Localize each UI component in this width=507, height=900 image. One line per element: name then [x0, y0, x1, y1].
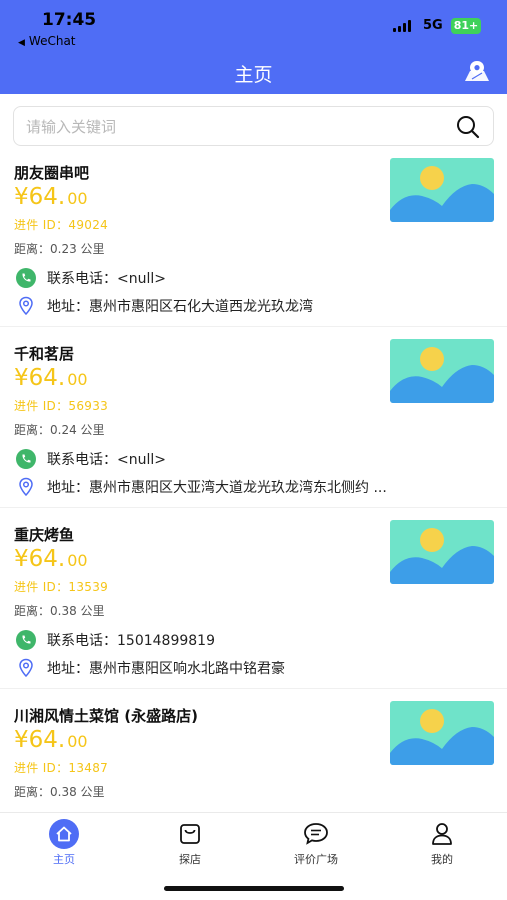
status-bar: 17:45 ◀ WeChat 5G 81+: [0, 0, 507, 52]
price-main: 64.: [28, 184, 66, 210]
store-distance: 距离：0.24 公里: [14, 423, 105, 437]
price-cents: 00: [67, 732, 88, 751]
tab-icon: [49, 819, 79, 849]
price-symbol: ¥: [14, 546, 29, 572]
store-list: 朋友圈串吧 ¥64. 00 进件 ID：49024 距离：0.23 公里 联系电话：<nu…: [0, 146, 507, 812]
tab-label: 主页: [53, 853, 75, 866]
price-main: 64.: [28, 727, 66, 753]
store-id: 进件 ID：49024: [14, 218, 109, 232]
store-card[interactable]: 川湘风情土菜馆 (永盛路店) ¥64. 00 进件 ID：13487 距离：0.38 公…: [0, 689, 507, 812]
home-indicator: [164, 886, 344, 891]
map-button[interactable]: [462, 59, 492, 87]
store-name: 朋友圈串吧: [14, 164, 90, 182]
price-cents: 00: [67, 189, 88, 208]
price-main: 64.: [28, 365, 66, 391]
image-placeholder-icon: [390, 158, 494, 222]
price-main: 64.: [28, 546, 66, 572]
chat-bubble-icon: [304, 823, 328, 845]
tab-reviews[interactable]: 评价广场: [253, 813, 379, 873]
tab-home[interactable]: 主页: [1, 813, 127, 873]
tab-icon: [301, 819, 331, 849]
back-arrow-icon: ◀: [18, 38, 25, 48]
store-phone[interactable]: 联系电话：<null>: [16, 268, 166, 288]
shopping-bag-icon: [180, 824, 200, 844]
location-pin-icon: [19, 477, 33, 497]
image-placeholder-icon: [390, 520, 494, 584]
store-thumbnail[interactable]: [390, 701, 494, 765]
tab-profile[interactable]: 我的: [379, 813, 505, 873]
tab-label: 我的: [431, 853, 453, 866]
location-pin-icon: [19, 296, 33, 316]
nav-bar: 主页: [0, 52, 507, 94]
signal-icon: [393, 20, 415, 32]
back-to-app[interactable]: ◀ WeChat: [18, 34, 76, 48]
store-address[interactable]: 地址：惠州市惠阳区大亚湾大道龙光玖龙湾东北侧约 ...: [16, 476, 387, 498]
store-address[interactable]: 地址：惠州市惠阳区响水北路中铭君豪: [16, 657, 285, 679]
store-id: 进件 ID：13487: [14, 761, 109, 775]
tab-explore[interactable]: 探店: [127, 813, 253, 873]
wechat-phone-icon: [16, 449, 36, 469]
search-input[interactable]: [26, 115, 436, 139]
map-pin-icon: [465, 61, 489, 81]
wechat-phone-icon: [16, 630, 36, 650]
phone-text: 联系电话：<null>: [47, 271, 166, 287]
phone-text: 联系电话：15014899819: [47, 633, 215, 649]
store-price: ¥64. 00: [14, 727, 88, 753]
store-id: 进件 ID：56933: [14, 399, 109, 413]
price-symbol: ¥: [14, 365, 29, 391]
store-name: 川湘风情土菜馆 (永盛路店): [14, 707, 198, 725]
store-thumbnail[interactable]: [390, 158, 494, 222]
page-title: 主页: [234, 64, 273, 86]
store-thumbnail[interactable]: [390, 339, 494, 403]
address-text: 地址：惠州市惠阳区大亚湾大道龙光玖龙湾东北侧约 ...: [47, 480, 387, 496]
address-text: 地址：惠州市惠阳区石化大道西龙光玖龙湾: [47, 299, 313, 315]
address-text: 地址：惠州市惠阳区响水北路中铭君豪: [47, 661, 285, 677]
store-card[interactable]: 千和茗居 ¥64. 00 进件 ID：56933 距离：0.24 公里联系电话：<nul…: [0, 327, 507, 508]
tab-label: 评价广场: [294, 853, 338, 866]
search-box: [13, 106, 494, 146]
battery-indicator: 81+: [451, 18, 481, 34]
store-card[interactable]: 朋友圈串吧 ¥64. 00 进件 ID：49024 距离：0.23 公里联系电话：<nu…: [0, 146, 507, 327]
price-cents: 00: [67, 370, 88, 389]
image-placeholder-icon: [390, 339, 494, 403]
search-icon: [457, 116, 480, 139]
store-address[interactable]: 地址：惠州市惠阳区石化大道西龙光玖龙湾: [16, 295, 313, 317]
location-pin-icon: [19, 658, 33, 678]
image-placeholder-icon: [390, 701, 494, 765]
home-icon: [49, 819, 79, 849]
status-time: 17:45: [42, 10, 97, 30]
tab-icon: [175, 819, 205, 849]
store-phone[interactable]: 联系电话：15014899819: [16, 630, 215, 650]
phone-text: 联系电话：<null>: [47, 452, 166, 468]
store-name: 千和茗居: [14, 345, 75, 363]
store-id: 进件 ID：13539: [14, 580, 109, 594]
price-symbol: ¥: [14, 727, 29, 753]
search-button[interactable]: [454, 114, 482, 140]
price-symbol: ¥: [14, 184, 29, 210]
tab-label: 探店: [179, 853, 201, 866]
store-price: ¥64. 00: [14, 365, 88, 391]
store-price: ¥64. 00: [14, 546, 88, 572]
store-thumbnail[interactable]: [390, 520, 494, 584]
store-card[interactable]: 重庆烤鱼 ¥64. 00 进件 ID：13539 距离：0.38 公里联系电话：1501…: [0, 508, 507, 689]
store-name: 重庆烤鱼: [14, 526, 75, 544]
store-distance: 距离：0.38 公里: [14, 785, 105, 799]
store-distance: 距离：0.23 公里: [14, 242, 105, 256]
wechat-phone-icon: [16, 268, 36, 288]
back-app-label: WeChat: [28, 34, 76, 48]
price-cents: 00: [67, 551, 88, 570]
store-price: ¥64. 00: [14, 184, 88, 210]
tab-icon: [427, 819, 457, 849]
network-type: 5G: [423, 18, 443, 33]
store-phone[interactable]: 联系电话：<null>: [16, 449, 166, 469]
user-icon: [432, 823, 452, 845]
store-distance: 距离：0.38 公里: [14, 604, 105, 618]
